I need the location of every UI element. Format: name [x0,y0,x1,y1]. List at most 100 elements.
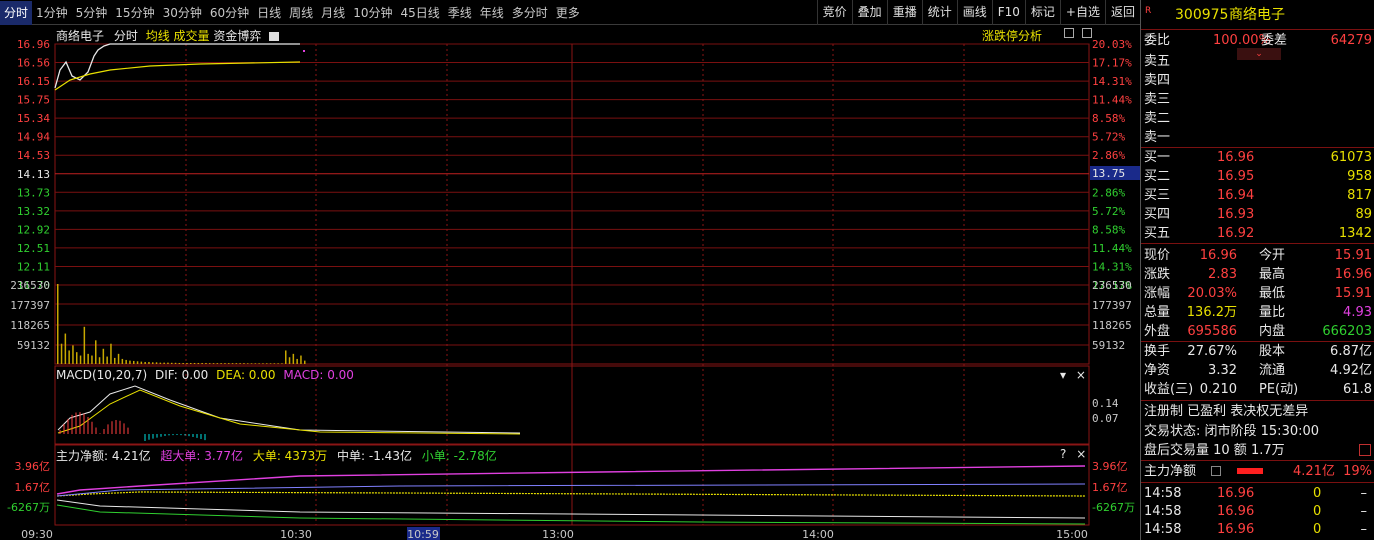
vol-bar [190,362,192,364]
vol-bar [171,362,173,364]
vol-bar [258,363,260,364]
period-tab-8[interactable]: 月线 [317,1,349,25]
tool-button-2[interactable]: 重播 [886,0,922,25]
period-tab-6[interactable]: 日线 [253,1,285,25]
pct-tick: 5.72% [1092,205,1125,218]
period-tab-12[interactable]: 年线 [476,1,508,25]
period-tab-9[interactable]: 10分钟 [349,1,396,25]
fund-tick-right: 3.96亿 [1092,460,1128,473]
time-tick: 14:00 [802,528,834,540]
vol-bar [250,363,253,364]
macd-tick: 0.14 [1092,397,1119,410]
vol-bar [98,357,101,364]
fund-large-line [56,491,1086,497]
tool-button-3[interactable]: 统计 [921,0,957,25]
help-icon[interactable]: ? [1060,447,1066,461]
vol-bar [57,284,59,364]
vol-bar [216,363,219,364]
stat-row: 外盘 695586 内盘 666203 [1144,324,1372,339]
legend-fund[interactable]: 资金博弈 [213,29,261,43]
fund-small: 小单: -2.78亿 [421,449,497,463]
tags-row: 注册制 已盈利 表决权无差异 [1144,404,1309,419]
price-tick: 12.11 [17,260,50,273]
stock-code: 300975 [1175,7,1229,23]
window-controls [1064,27,1092,41]
vol-tick: 177397 [10,299,50,312]
pct-tick: 17.17% [1092,57,1132,70]
tool-button-0[interactable]: 竞价 [816,0,852,25]
period-tab-0[interactable]: 分时 [0,0,33,25]
period-tab-5[interactable]: 60分钟 [206,1,253,25]
pct-tick: 14.31% [1092,75,1132,88]
vol-bar [144,361,146,364]
period-tab-11[interactable]: 季线 [444,1,476,25]
vol-bar [243,363,245,364]
vol-tick: 118265 [10,319,50,332]
sell-row: 卖一 [1144,130,1171,145]
tool-button-5[interactable]: F10 [991,0,1025,25]
tool-button-8[interactable]: 返回 [1104,0,1140,25]
camera-icon[interactable] [269,32,280,41]
period-tabs: 分时 1分钟 5分钟 15分钟 30分钟 60分钟 日线 周线 月线 10分钟 45日线 季线 年线 多分… [0,0,584,25]
period-tab-3[interactable]: 15分钟 [111,1,158,25]
stat2-row: 净资 3.32 流通 4.92亿 [1144,363,1372,378]
pct-tick: 11.44% [1092,94,1132,107]
time-tick: 15:00 [1056,528,1088,540]
period-tab-13[interactable]: 多分时 [508,1,552,25]
price-tick: 16.15 [17,75,50,88]
vol-bar [64,333,67,364]
tab-fenshi[interactable]: 分时 [114,29,138,43]
tool-button-7[interactable]: +自选 [1059,0,1105,25]
period-tab-14[interactable]: 更多 [552,1,584,25]
vol-tick: 236530 [10,279,50,292]
vol-bar [209,363,211,364]
period-tab-10[interactable]: 45日线 [396,1,443,25]
vol-bar [152,362,154,364]
list-icon[interactable] [1211,466,1221,476]
legend-volume[interactable]: 成交量 [174,29,210,43]
calendar-icon[interactable] [1359,444,1371,456]
pct-tick: 5.72% [1092,131,1125,144]
vol-bar [95,340,97,364]
price-marker [303,50,305,52]
buy-row: 买二 16.95 958 [1144,169,1372,184]
close-icon[interactable]: × [1076,368,1086,382]
chart-legend: 商络电子 分时 均线 成交量 资金博弈 [56,27,280,44]
period-tab-4[interactable]: 30分钟 [159,1,206,25]
price-tick: 16.96 [17,38,50,51]
close-icon[interactable]: × [1076,447,1086,461]
vol-bar [300,355,302,364]
chevron-down-icon[interactable]: ▾ [1060,368,1066,382]
chart-area[interactable]: 16.96 16.56 16.15 15.75 15.34 14.94 14.53 14.13… [0,0,1140,540]
avg-line [54,61,301,91]
tool-button-6[interactable]: 标记 [1024,0,1060,25]
period-tab-1[interactable]: 1分钟 [32,1,72,25]
vol-bar [148,361,150,364]
vol-tick: 59132 [17,339,50,352]
period-tab-7[interactable]: 周线 [285,1,317,25]
period-toolbar: 分时 1分钟 5分钟 15分钟 30分钟 60分钟 日线 周线 月线 10分钟 45日线 季线 年线 多分… [0,0,1140,25]
stock-name: 商络电子 [1229,7,1285,23]
price-tick: 13.32 [17,205,50,218]
buy-row: 买四 16.93 89 [1144,207,1372,222]
vol-bar [68,350,70,364]
macd-dea: DEA: 0.00 [216,368,276,382]
period-tab-2[interactable]: 5分钟 [72,1,112,25]
limit-analysis-button[interactable]: 涨跌停分析 [982,27,1042,44]
tool-button-1[interactable]: 叠加 [851,0,887,25]
vol-bar [254,363,257,364]
vol-bar [121,358,124,364]
macd-title: MACD(10,20,7) [56,368,148,382]
vol-bar [266,363,268,364]
restore-icon[interactable] [1081,28,1092,38]
tool-button-4[interactable]: 画线 [956,0,992,25]
minimize-icon[interactable] [1064,28,1074,38]
vol-bar [129,360,131,364]
tool-buttons: 竞价 叠加 重播 统计 画线 F10 标记 +自选 返回 [816,0,1140,25]
after-row: 盘后交易量 10 额 1.7万 [1144,443,1285,458]
vol-bar [110,343,112,364]
fund-super: 超大单: 3.77亿 [160,449,243,463]
vol-bar [235,363,238,364]
vol-bar [178,362,181,364]
legend-avg[interactable]: 均线 [146,29,170,43]
